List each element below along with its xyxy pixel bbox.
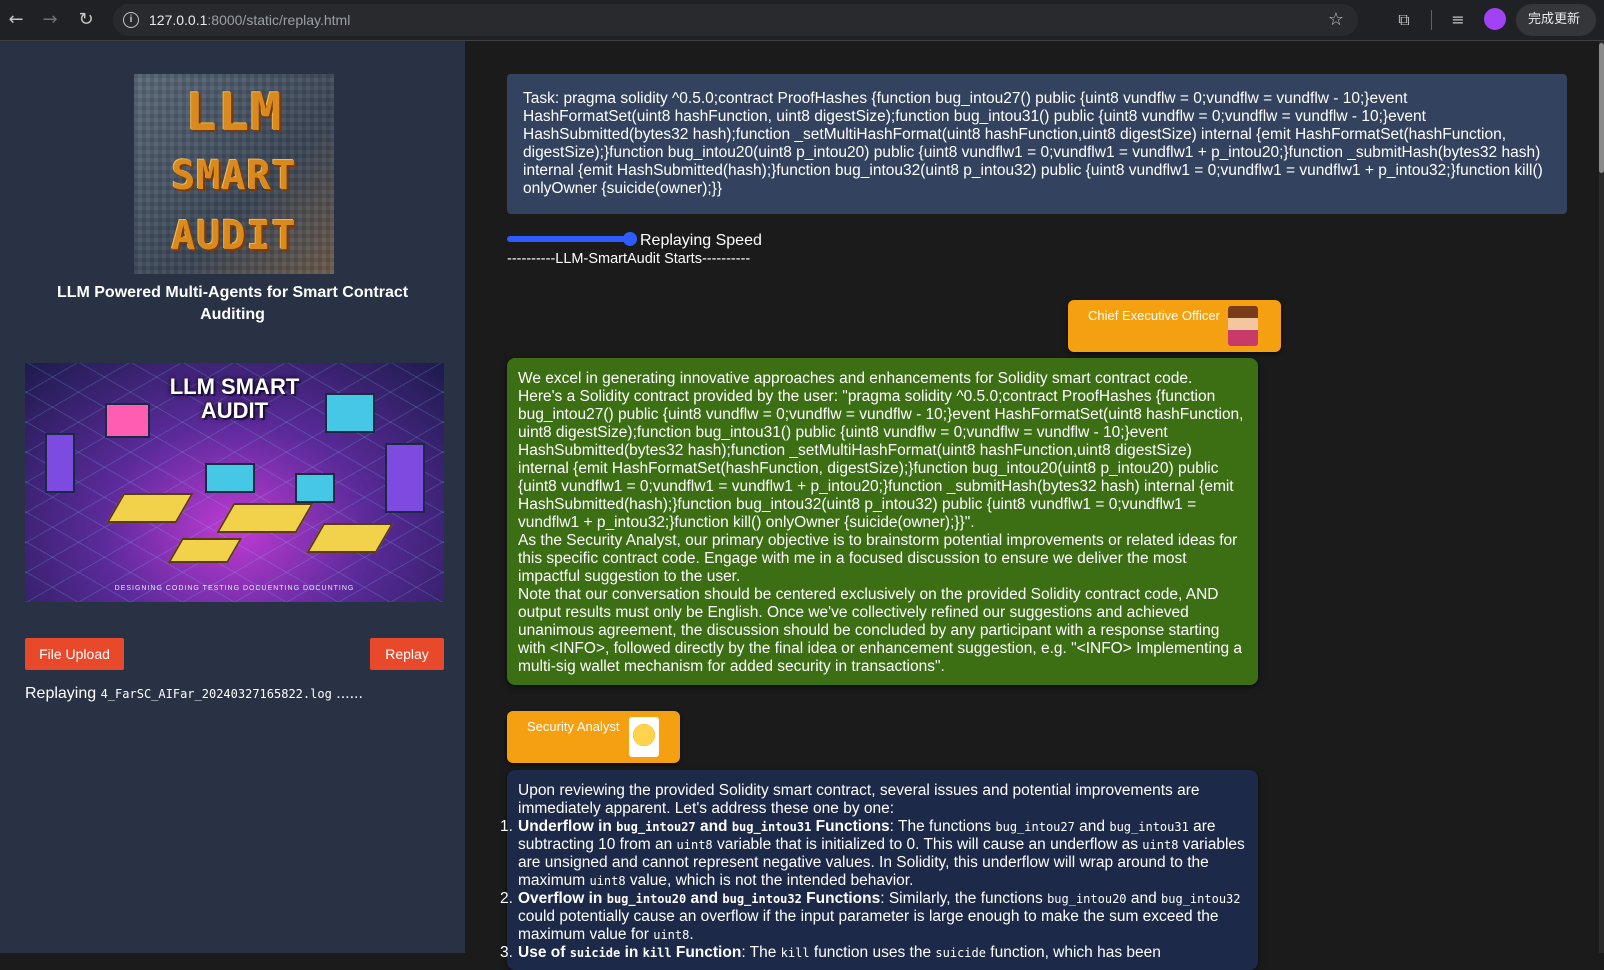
update-button[interactable]: 完成更新 ⋮ bbox=[1516, 4, 1596, 59]
ceo-message-bubble: We excel in generating innovative approa… bbox=[507, 358, 1258, 685]
starts-divider: ----------LLM-SmartAudit Starts---------… bbox=[507, 251, 751, 267]
extensions-icon[interactable]: ⧉ bbox=[1392, 8, 1416, 32]
scrollbar[interactable] bbox=[1599, 41, 1604, 953]
browser-toolbar: ← → ↻ i 127.0.0.1:8000/static/replay.htm… bbox=[0, 0, 1604, 59]
ceo-role-label: Chief Executive Officer bbox=[1088, 308, 1220, 323]
logo-word-audit: AUDIT bbox=[171, 213, 297, 259]
replay-button[interactable]: Replay bbox=[370, 638, 444, 670]
analyst-message-bubble: Upon reviewing the provided Solidity sma… bbox=[500, 770, 1258, 970]
replay-status: Replaying 4_FarSC_AIFar_20240327165822.l… bbox=[25, 685, 363, 703]
scrollbar-thumb[interactable] bbox=[1599, 43, 1604, 173]
forward-icon[interactable]: → bbox=[36, 6, 64, 34]
speed-label: Replaying Speed bbox=[640, 232, 762, 249]
logo-word-smart: SMART bbox=[171, 153, 297, 199]
url-text[interactable]: 127.0.0.1:8000/static/replay.html bbox=[149, 12, 350, 28]
profile-icon[interactable] bbox=[1484, 8, 1506, 30]
reload-icon[interactable]: ↻ bbox=[72, 6, 100, 34]
tagline: LLM Powered Multi-Agents for Smart Contr… bbox=[56, 284, 409, 323]
analyst-avatar-icon bbox=[629, 717, 659, 757]
list-item: 3. Use of suicide in kill Function: The … bbox=[500, 944, 1161, 961]
url-path: :8000/static/replay.html bbox=[207, 12, 351, 28]
analyst-issue-list: 1. Underflow in bug_intou27 and bug_into… bbox=[500, 818, 1246, 962]
back-icon[interactable]: ← bbox=[2, 6, 30, 34]
ceo-message-line: As the Security Analyst, our primary obj… bbox=[518, 532, 1238, 585]
analyst-role-label: Security Analyst bbox=[527, 719, 620, 734]
toolbar-divider bbox=[1431, 10, 1432, 30]
update-label: 完成更新 bbox=[1528, 12, 1581, 27]
task-box: Task: pragma solidity ^0.5.0;contract Pr… bbox=[507, 74, 1567, 214]
list-item: 2. Overflow in bug_intou20 and bug_intou… bbox=[500, 890, 1241, 943]
logo-word-llm: LLM bbox=[185, 83, 283, 143]
analyst-role-tag: Security Analyst bbox=[507, 711, 680, 763]
llm-smartaudit-logo: LLM SMART AUDIT bbox=[134, 74, 334, 274]
url-host: 127.0.0.1 bbox=[149, 12, 208, 28]
file-upload-button[interactable]: File Upload bbox=[25, 638, 124, 670]
address-bar[interactable]: i 127.0.0.1:8000/static/replay.html ☆ bbox=[113, 4, 1358, 36]
banner-footer-text: DESIGNING CODING TESTING DOCUENTING DOCU… bbox=[114, 585, 355, 592]
speed-slider-knob[interactable] bbox=[623, 232, 637, 246]
analyst-intro: Upon reviewing the provided Solidity sma… bbox=[518, 782, 1200, 817]
speed-slider[interactable] bbox=[507, 232, 637, 246]
site-info-icon[interactable]: i bbox=[123, 12, 139, 28]
status-suffix: ...... bbox=[336, 685, 363, 702]
ceo-avatar-icon bbox=[1228, 306, 1258, 346]
list-item: 1. Underflow in bug_intou27 and bug_into… bbox=[500, 818, 1245, 889]
ceo-role-tag: Chief Executive Officer bbox=[1068, 300, 1281, 352]
ceo-message-line: Note that our conversation should be cen… bbox=[518, 586, 1243, 675]
banner-title: LLM SMART AUDIT bbox=[169, 374, 300, 423]
bookmark-star-icon[interactable]: ☆ bbox=[1328, 9, 1344, 30]
status-prefix: Replaying bbox=[25, 685, 97, 702]
ceo-message-line: Here's a Solidity contract provided by t… bbox=[518, 388, 1244, 531]
banner-illustration: LLM SMART AUDIT DESIGNING CODING TESTING … bbox=[25, 363, 444, 602]
status-filename: 4_FarSC_AIFar_20240327165822.log bbox=[100, 687, 332, 701]
speed-slider-track[interactable] bbox=[507, 236, 629, 242]
ceo-message-line: We excel in generating innovative approa… bbox=[518, 370, 1193, 387]
media-control-icon[interactable]: ≡ bbox=[1446, 8, 1470, 32]
